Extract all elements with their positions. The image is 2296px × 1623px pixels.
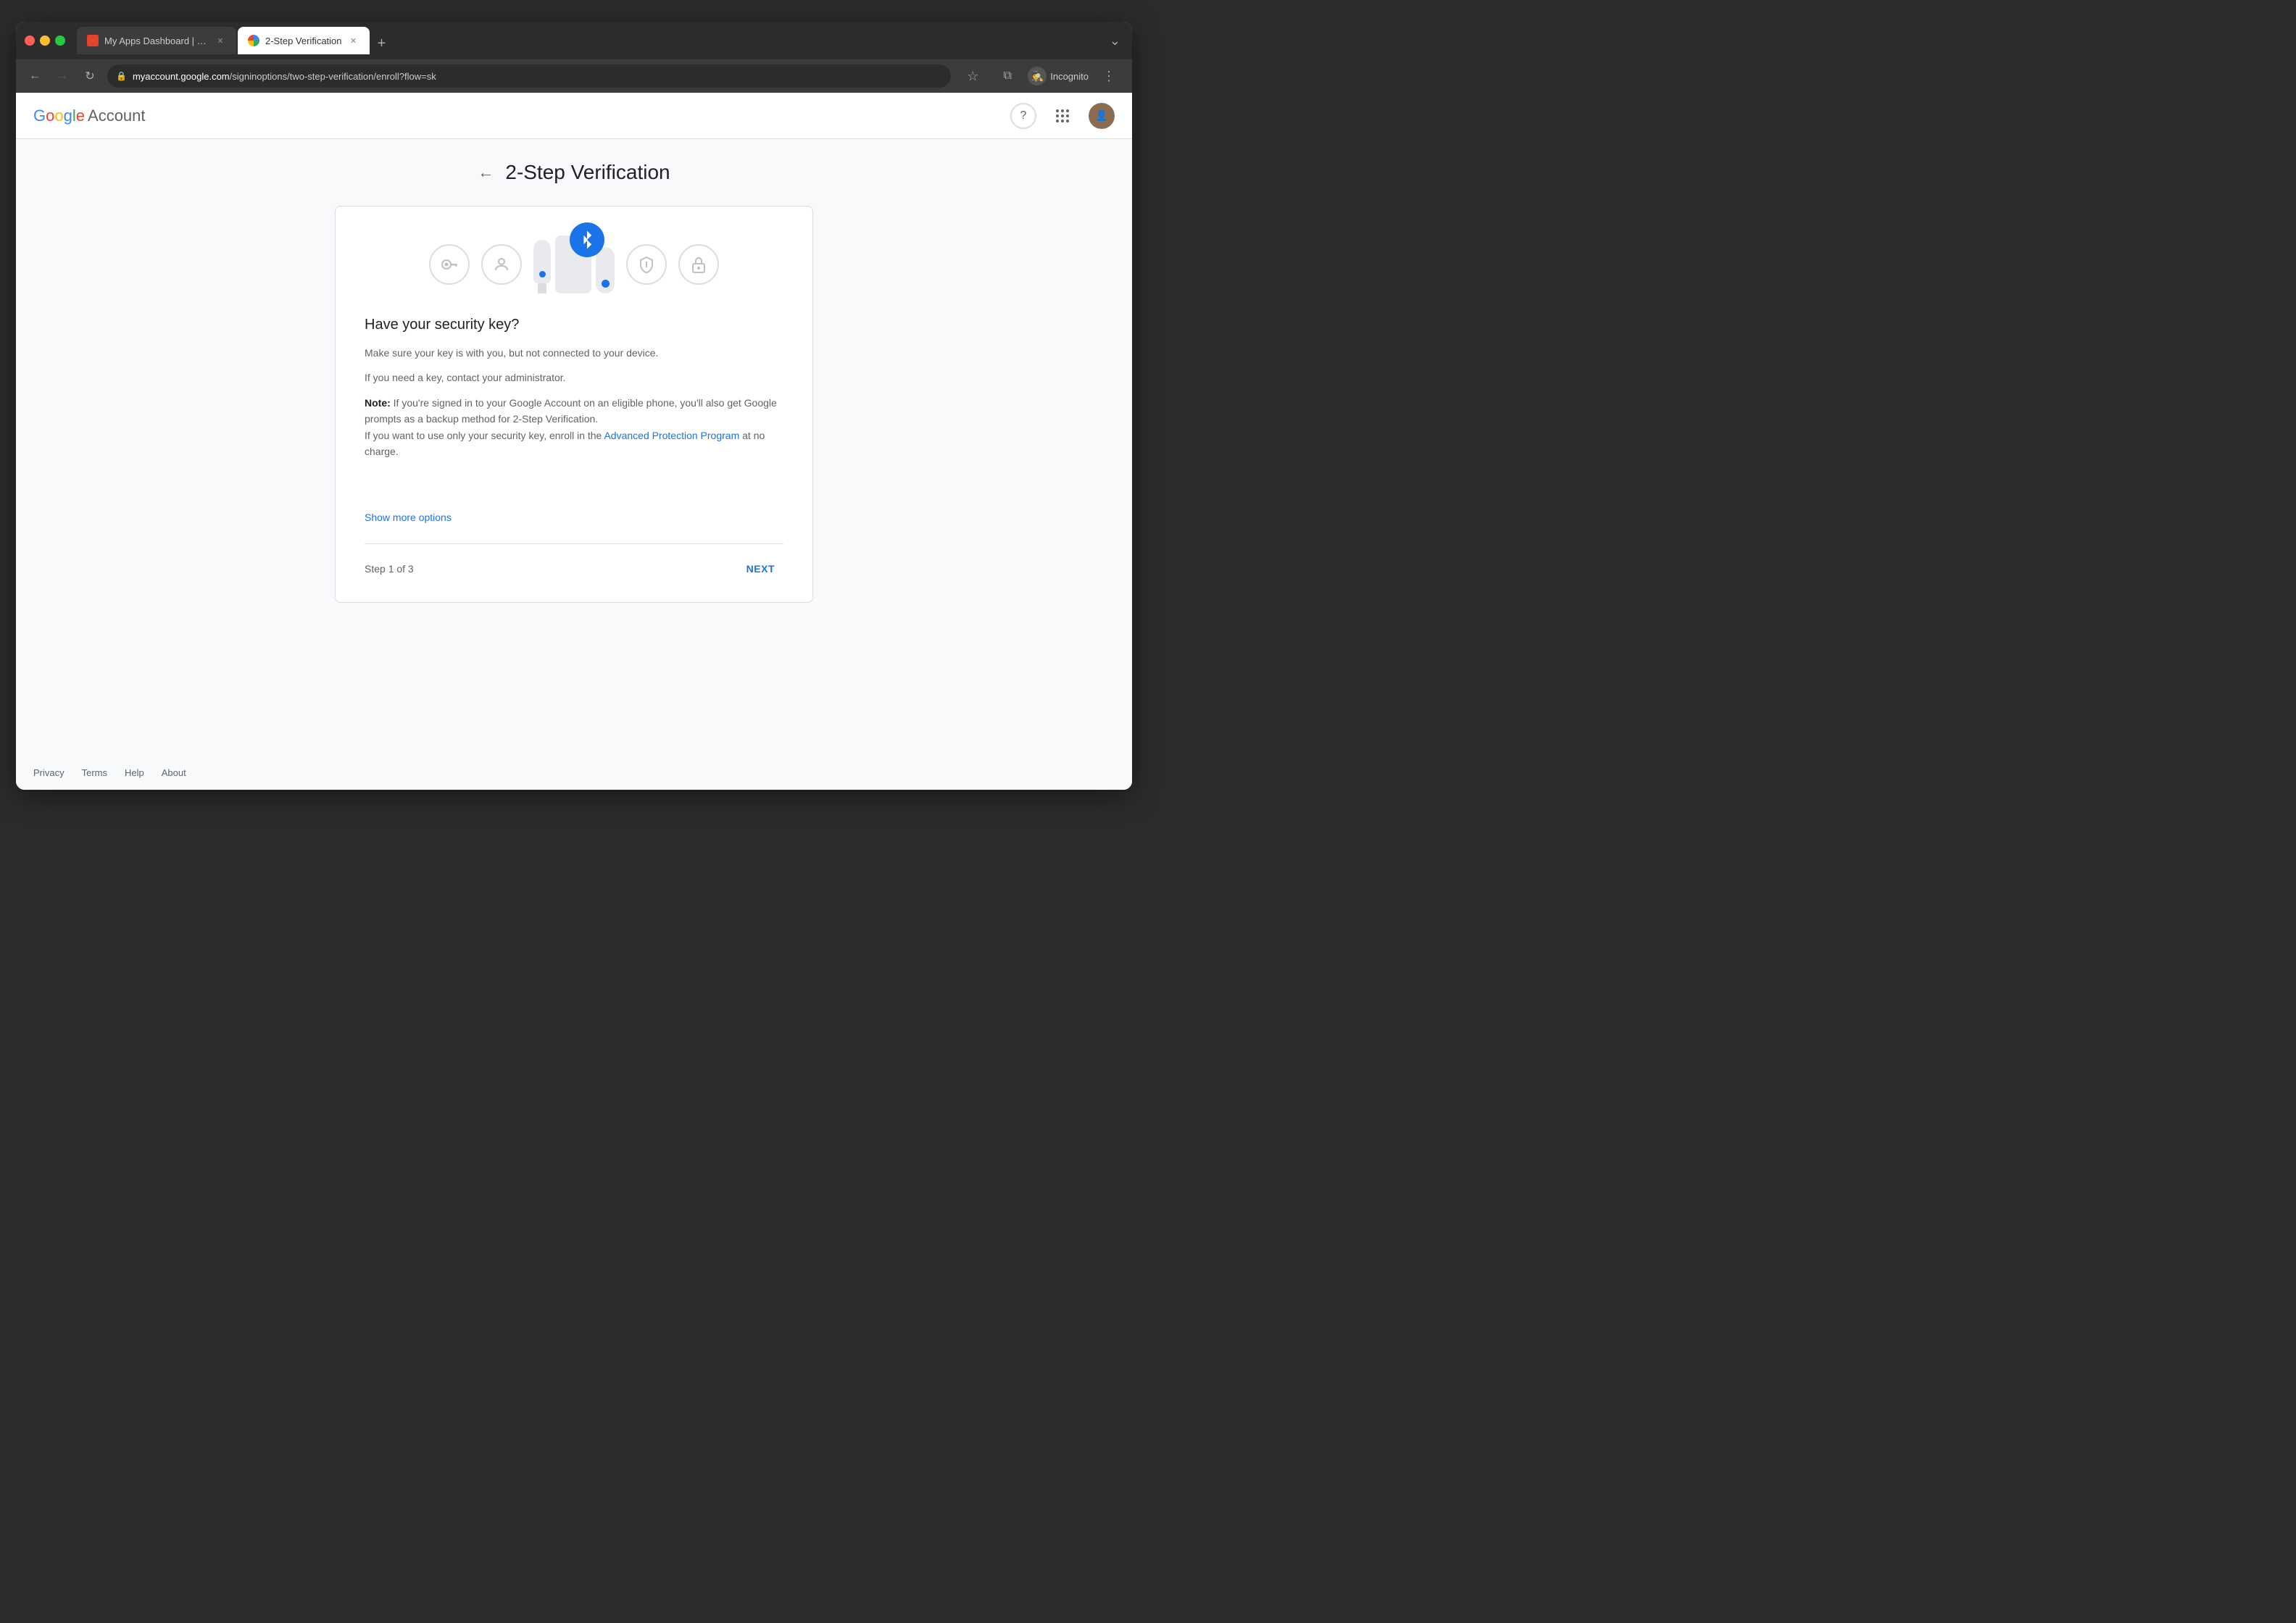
phone-device: [555, 235, 591, 293]
note-label: Note:: [365, 397, 391, 409]
fullscreen-traffic-light[interactable]: [55, 36, 65, 46]
google-account-header: Google Account ?: [16, 93, 1132, 139]
user-avatar[interactable]: 👤: [1089, 103, 1115, 129]
logo-o2: o: [54, 107, 63, 125]
tab-dropdown-icon[interactable]: ⌄: [1110, 33, 1120, 49]
page-back-button[interactable]: ←: [478, 163, 494, 182]
tab-gitlab[interactable]: My Apps Dashboard | GitLab ✕: [77, 27, 236, 54]
incognito-label: Incognito: [1050, 71, 1089, 82]
card-note: Note: If you're signed in to your Google…: [365, 395, 783, 460]
fob-body: [596, 247, 615, 293]
fob-dot: [602, 280, 610, 288]
show-more-options-link[interactable]: Show more options: [365, 468, 783, 523]
page-title-row: ← 2-Step Verification: [478, 161, 670, 184]
footer-about-link[interactable]: About: [162, 767, 186, 778]
logo-e: e: [76, 107, 85, 125]
favicon-gitlab: [87, 35, 99, 46]
next-button[interactable]: NEXT: [738, 557, 783, 580]
person-circle-icon: [481, 244, 522, 285]
security-key-illustration: [365, 235, 783, 293]
address-bar: ← → ↻ 🔒 myaccount.google.com/signinoptio…: [16, 59, 1132, 93]
tab-2sv-title: 2-Step Verification: [265, 36, 342, 46]
url-path: /signinoptions/two-step-verification/enr…: [230, 71, 436, 82]
tab-2sv[interactable]: 2-Step Verification ✕: [238, 27, 370, 54]
card-footer: Step 1 of 3 NEXT: [365, 543, 783, 580]
forward-button[interactable]: →: [52, 66, 72, 86]
split-view-icon[interactable]: ⧉: [993, 62, 1022, 91]
usb-connector-1: [538, 283, 546, 293]
google-logo: Google Account: [33, 107, 146, 125]
page-content: Google Account ?: [16, 93, 1132, 790]
tab-area-controls: ⌄: [1110, 33, 1123, 49]
page-title: 2-Step Verification: [505, 161, 670, 184]
bookmark-icon[interactable]: ☆: [958, 62, 987, 91]
bluetooth-circle: [570, 222, 604, 257]
usb-key-2: [596, 247, 615, 293]
usb-key-1: [533, 240, 551, 293]
logo-o1: o: [46, 107, 54, 125]
favicon-google: [248, 35, 259, 46]
url-text: myaccount.google.com/signinoptions/two-s…: [133, 71, 436, 82]
incognito-icon: 🕵: [1028, 67, 1047, 85]
minimize-traffic-light[interactable]: [40, 36, 50, 46]
new-tab-button[interactable]: +: [371, 33, 393, 54]
footer-help-link[interactable]: Help: [125, 767, 144, 778]
lock-icon: 🔒: [116, 71, 127, 81]
traffic-lights: [25, 36, 65, 46]
back-button[interactable]: ←: [25, 66, 45, 86]
url-bar[interactable]: 🔒 myaccount.google.com/signinoptions/two…: [107, 64, 951, 88]
security-keys-group: [533, 235, 615, 293]
address-bar-right: ☆ ⧉ 🕵 Incognito ⋮: [958, 62, 1123, 91]
chrome-menu-icon[interactable]: ⋮: [1094, 62, 1123, 91]
shield-circle-icon: [626, 244, 667, 285]
tab-gitlab-title: My Apps Dashboard | GitLab: [104, 36, 209, 46]
close-traffic-light[interactable]: [25, 36, 35, 46]
tab-list: My Apps Dashboard | GitLab ✕ 2-Step Veri…: [77, 27, 1104, 54]
incognito-badge: 🕵 Incognito: [1028, 67, 1089, 85]
note-body-2: If you want to use only your security ke…: [365, 430, 604, 441]
usb-dot-1: [539, 271, 546, 278]
step-label: Step 1 of 3: [365, 563, 414, 575]
browser-window: My Apps Dashboard | GitLab ✕ 2-Step Veri…: [16, 22, 1132, 790]
card-body-2: If you need a key, contact your administ…: [365, 370, 783, 385]
tab-gitlab-close[interactable]: ✕: [215, 35, 226, 46]
advanced-protection-link[interactable]: Advanced Protection Program: [604, 430, 739, 441]
note-body: If you're signed in to your Google Accou…: [365, 397, 777, 425]
logo-g: G: [33, 107, 46, 125]
help-icon-button[interactable]: ?: [1010, 103, 1036, 129]
url-host: myaccount.google.com: [133, 71, 230, 82]
title-bar: My Apps Dashboard | GitLab ✕ 2-Step Veri…: [16, 22, 1132, 59]
card-body-1: Make sure your key is with you, but not …: [365, 345, 783, 361]
security-key-card: Have your security key? Make sure your k…: [335, 206, 813, 603]
apps-grid-icon: [1055, 109, 1070, 123]
card-heading: Have your security key?: [365, 317, 783, 333]
usb-body-1: [533, 240, 551, 283]
header-right-controls: ? 👤: [1010, 101, 1115, 130]
bluetooth-icon: [579, 230, 595, 250]
tab-2sv-close[interactable]: ✕: [348, 35, 359, 46]
footer-terms-link[interactable]: Terms: [82, 767, 107, 778]
logo-g2: g: [64, 107, 72, 125]
account-text: Account: [88, 107, 146, 125]
footer-privacy-link[interactable]: Privacy: [33, 767, 65, 778]
key-circle-icon: [429, 244, 470, 285]
lock-circle-icon: [678, 244, 719, 285]
page-footer: Privacy Terms Help About: [16, 756, 1132, 790]
google-apps-button[interactable]: [1048, 101, 1077, 130]
main-content: ← 2-Step Verification: [16, 139, 1132, 756]
refresh-button[interactable]: ↻: [80, 66, 100, 86]
